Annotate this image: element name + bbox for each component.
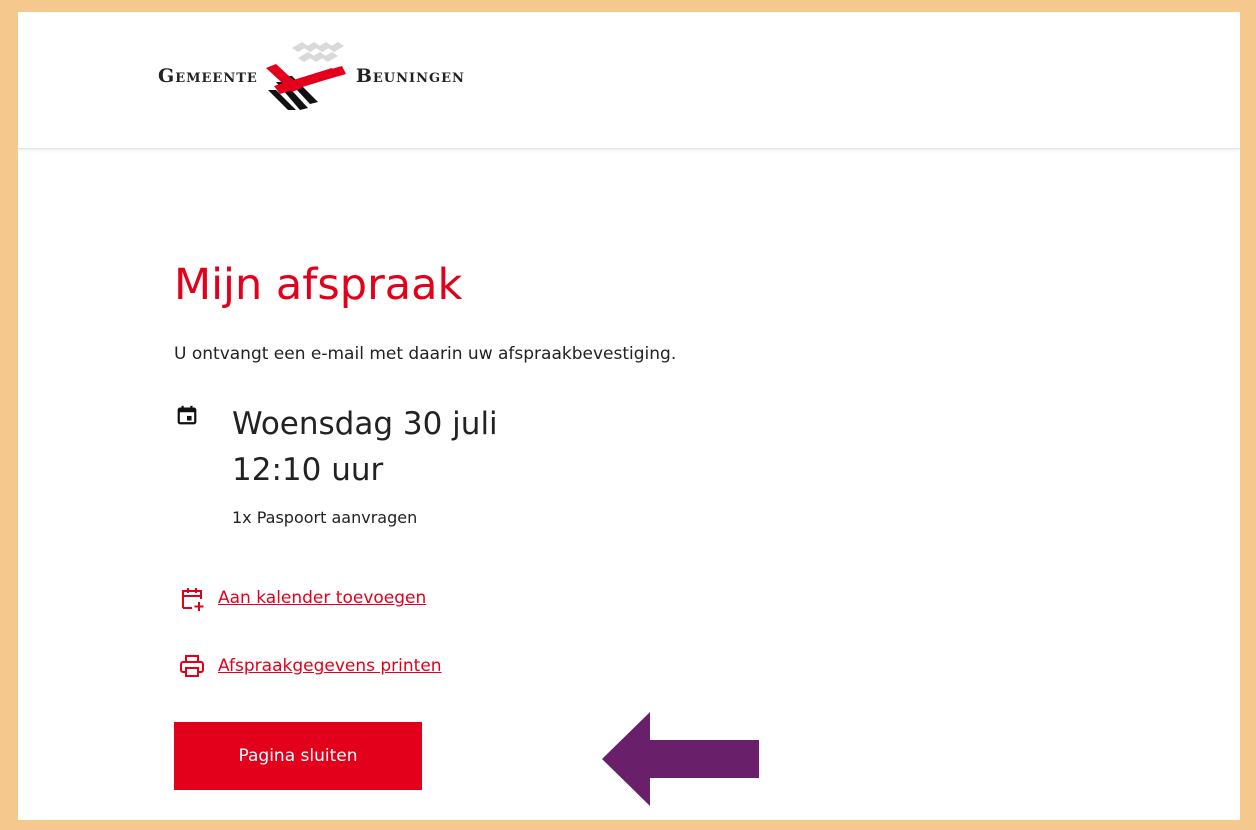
annotation-arrow-icon	[602, 712, 759, 806]
close-page-button[interactable]: Pagina sluiten	[174, 722, 422, 790]
appointment-time: 12:10 uur	[232, 452, 384, 488]
site-header: Gemeente Beuningen	[18, 12, 1240, 149]
logo-text-left: Gemeente	[158, 65, 258, 87]
appointment-product: 1x Paspoort aanvragen	[232, 508, 418, 527]
print-details-link[interactable]: Afspraakgegevens printen	[178, 652, 442, 680]
calendar-icon	[177, 405, 197, 425]
add-to-calendar-label[interactable]: Aan kalender toevoegen	[218, 588, 426, 608]
print-details-label[interactable]: Afspraakgegevens printen	[218, 656, 442, 676]
logo-text-right: Beuningen	[355, 65, 465, 87]
confirmation-text: U ontvangt een e-mail met daarin uw afsp…	[174, 344, 677, 364]
add-to-calendar-link[interactable]: Aan kalender toevoegen	[178, 584, 426, 612]
logo-emblem-icon	[265, 42, 346, 110]
calendar-plus-icon	[182, 588, 204, 611]
printer-icon	[180, 655, 204, 677]
municipality-logo[interactable]: Gemeente Beuningen	[158, 38, 598, 114]
page-frame: Gemeente Beuningen Mijn afspraak U ontva…	[18, 12, 1240, 820]
appointment-date: Woensdag 30 juli	[232, 406, 498, 442]
page-title: Mijn afspraak	[174, 260, 463, 310]
